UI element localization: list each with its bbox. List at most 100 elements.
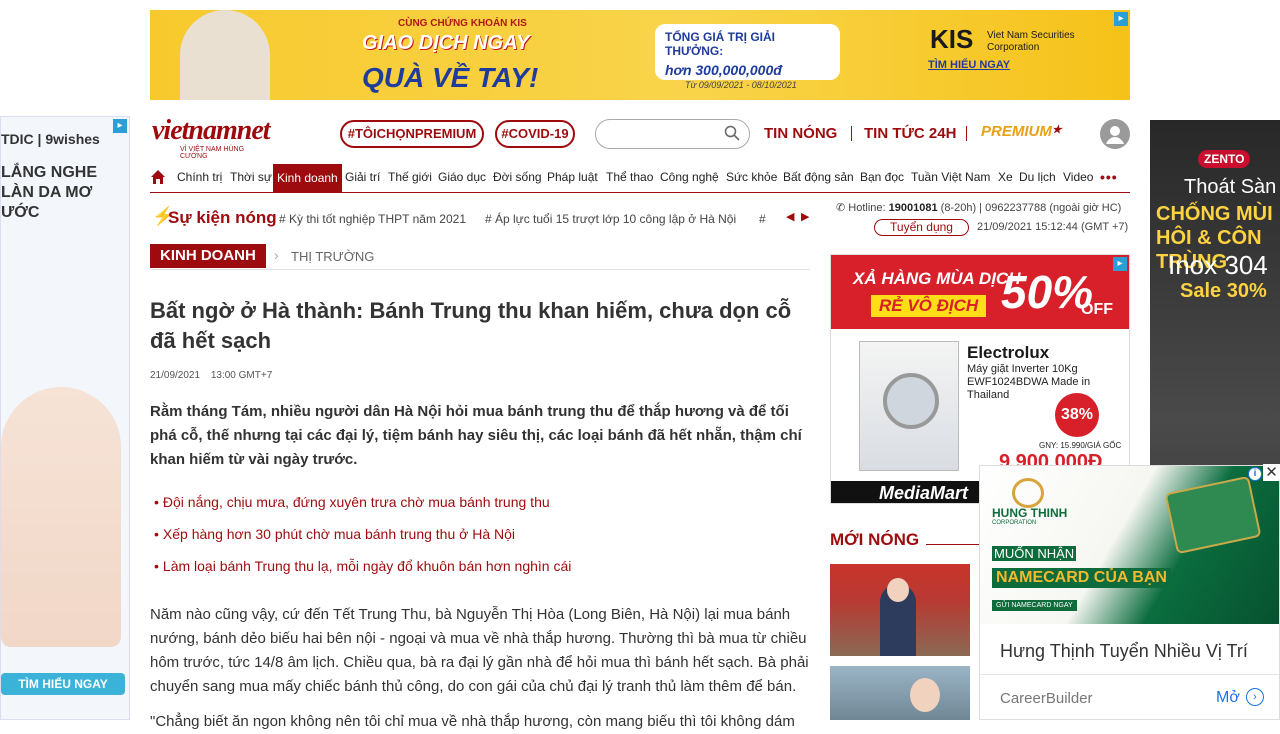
link-tin-nong[interactable]: TIN NÓNG [764, 125, 837, 142]
banner-brand: KIS [930, 24, 974, 54]
close-icon[interactable]: ✕ [1263, 464, 1280, 481]
star-icon: ★ [1051, 124, 1062, 136]
home-icon[interactable] [150, 169, 166, 185]
chevron-right-icon[interactable]: › [1246, 688, 1264, 706]
mid-ad-discount-badge: 38% [1055, 393, 1099, 437]
site-logo[interactable]: vietnamnet VÌ VIỆT NAM HÙNG CƯỜNG [152, 116, 272, 161]
hotline-rest: (8-20h) | 0962237788 (ngoài giờ HC) [940, 202, 1122, 214]
divider [980, 674, 1279, 675]
adchoices-icon[interactable]: ▸ [1113, 257, 1127, 271]
article-meta: 21/09/2021 13:00 GMT+7 [150, 370, 272, 381]
related-link[interactable]: • Xếp hàng hơn 30 phút chờ mua bánh trung… [154, 526, 515, 542]
overlay-ad[interactable]: HUNG THINH CORPORATION MUỐN NHẬN NAMECAR… [979, 465, 1280, 720]
header-separator [851, 126, 852, 141]
nav-item-suc-khoe[interactable]: Sức khỏe [726, 170, 777, 184]
overlay-ad-open-link[interactable]: Mở [1216, 689, 1240, 707]
nav-item-xe[interactable]: Xe [998, 170, 1013, 184]
hot-events-title: Sự kiện nóng [168, 208, 277, 227]
nav-item-giai-tri[interactable]: Giải trí [345, 170, 380, 184]
mid-ad-subtitle: RẺ VÔ ĐỊCH [871, 295, 987, 317]
article-body-paragraph: "Chẳng biết ăn ngon không nên tôi chỉ mu… [150, 713, 795, 730]
banner-cta-link[interactable]: TÌM HIỂU NGAY [928, 59, 1010, 71]
tag-premium-pill[interactable]: #TÔICHỌNPREMIUM [340, 120, 484, 148]
nav-item-kinh-doanh[interactable]: Kinh doanh [273, 164, 342, 192]
overlay-ad-line-2: NAMECARD CỦA BẠN [992, 568, 1171, 588]
hot-event-link[interactable]: # [759, 212, 766, 226]
nav-item-chinh-tri[interactable]: Chính trị [177, 170, 222, 184]
washer-drum [883, 373, 939, 429]
banner-brand-sub: Viet Nam Securities Corporation [987, 30, 1075, 53]
chevron-right-icon: › [274, 247, 279, 263]
adchoices-icon[interactable]: ▸ [1114, 12, 1128, 26]
nav-item-cong-nghe[interactable]: Công nghệ [660, 170, 719, 184]
left-skyscraper-ad[interactable]: TDIC | 9wishes LẮNG NGHE LÀN DA MƠ ƯỚC T… [0, 116, 130, 720]
news-thumbnail[interactable] [830, 666, 970, 720]
right-ad-brand: ZENTO [1198, 150, 1251, 168]
article-body-paragraph: Năm nào cũng vậy, cứ đến Tết Trung Thu, … [150, 606, 809, 695]
right-ad-line-4: Sale 30% [1180, 280, 1267, 302]
link-tin-tuc-24h[interactable]: TIN TỨC 24H [864, 125, 956, 142]
overlay-ad-line-1: MUỐN NHẬN [992, 546, 1077, 561]
hotline-label: Hotline: [848, 202, 886, 214]
nav-item-tuan-viet-nam[interactable]: Tuần Việt Nam [911, 170, 990, 184]
banner-pre-text: CÙNG CHỨNG KHOÁN KIS [398, 18, 527, 29]
bullet-icon: • [154, 494, 159, 510]
hotline-info: ✆ Hotline: 19001081 (8-20h) | 0962237788… [836, 201, 1121, 214]
article-title: Bất ngờ ở Hà thành: Bánh Trung thu khan … [150, 298, 792, 353]
logo-tagline: VÌ VIỆT NAM HÙNG CƯỜNG [180, 146, 245, 160]
phone-icon: ✆ [836, 202, 846, 214]
nav-item-du-lich[interactable]: Du lịch [1019, 170, 1056, 184]
hot-event-link[interactable]: # Áp lực tuổi 15 trượt lớp 10 công lập ở… [485, 212, 736, 226]
hot-events-prev-icon[interactable]: ◀ [786, 210, 794, 223]
breadcrumb-category[interactable]: KINH DOANH [150, 244, 266, 268]
nav-more-icon[interactable]: ••• [1100, 169, 1118, 185]
banner-line-2: QUÀ VỀ TAY! [362, 62, 539, 93]
overlay-ad-company-sub: CORPORATION [992, 520, 1037, 526]
related-link[interactable]: • Làm loại bánh Trung thu lạ, mỗi ngày đổ… [154, 558, 571, 574]
nav-item-the-gioi[interactable]: Thế giới [388, 170, 432, 184]
nav-item-ban-doc[interactable]: Bạn đọc [860, 170, 904, 184]
recruit-button[interactable]: Tuyển dụng [874, 219, 969, 236]
hot-events-next-icon[interactable]: ▶ [801, 210, 809, 223]
left-ad-brand: TDIC | 9wishes [1, 131, 100, 147]
right-ad-line-1: Thoát Sàn [1184, 176, 1277, 198]
article-time: 13:00 GMT+7 [210, 370, 273, 381]
related-link-text: Đội nắng, chịu mưa, đứng xuyên trưa chờ … [162, 494, 550, 510]
mid-ad-title: XẢ HÀNG MÙA DỊCH [853, 269, 1021, 288]
mid-ad-off: OFF [1081, 301, 1113, 318]
overlay-ad-small-cta[interactable]: GỬI NAMECARD NGAY [992, 600, 1077, 611]
hotline-number: 19001081 [888, 202, 938, 214]
left-ad-cta-button[interactable]: TÌM HIỂU NGAY [1, 673, 125, 695]
breadcrumb-subcategory[interactable]: THỊ TRƯỜNG [291, 249, 374, 264]
divider [150, 269, 810, 270]
mid-ad-brand: Electrolux [967, 343, 1050, 362]
hot-event-link[interactable]: # Kỳ thi tốt nghiệp THPT năm 2021 [279, 212, 466, 226]
related-link-text: Xếp hàng hơn 30 phút chờ mua bánh trung … [162, 526, 516, 542]
overlay-ad-title[interactable]: Hưng Thịnh Tuyển Nhiều Vị Trí [1000, 641, 1248, 662]
top-banner-ad[interactable]: CÙNG CHỨNG KHOÁN KIS GIAO DỊCH NGAY QUÀ … [150, 10, 1130, 100]
nav-item-the-thao[interactable]: Thể thao [606, 170, 653, 184]
banner-dates: Từ 09/09/2021 - 08/10/2021 [685, 80, 797, 90]
right-ad-line-3: Inox 304 [1168, 250, 1268, 280]
premium-link[interactable]: PREMIUM★ [981, 123, 1062, 140]
tag-covid-pill[interactable]: #COVID-19 [495, 120, 575, 148]
nav-item-giao-duc[interactable]: Giáo dục [438, 170, 486, 184]
thumbnail-face [910, 678, 940, 712]
current-datetime: 21/09/2021 15:12:44 (GMT +7) [977, 221, 1129, 233]
user-avatar-icon[interactable] [1100, 119, 1130, 149]
nav-item-video[interactable]: Video [1063, 170, 1093, 184]
overlay-ad-company: HUNG THINH [992, 506, 1068, 520]
search-icon[interactable] [724, 125, 740, 141]
premium-label: PREMIUM [981, 123, 1052, 140]
nav-item-bat-dong-san[interactable]: Bất động sản [783, 170, 854, 184]
related-link[interactable]: • Đội nắng, chịu mưa, đứng xuyên trưa chờ… [154, 494, 550, 510]
nav-item-phap-luat[interactable]: Pháp luật [547, 170, 598, 184]
nav-item-doi-song[interactable]: Đời sống [493, 170, 542, 184]
left-ad-model-image [1, 387, 121, 647]
nav-item-thoi-su[interactable]: Thời sự [230, 170, 272, 184]
overlay-ad-source: CareerBuilder [1000, 690, 1093, 707]
adchoices-icon[interactable]: ▸ [113, 119, 127, 133]
article-date: 21/09/2021 [150, 370, 201, 381]
news-thumbnail[interactable] [830, 564, 970, 656]
info-icon[interactable]: i [1248, 467, 1262, 481]
